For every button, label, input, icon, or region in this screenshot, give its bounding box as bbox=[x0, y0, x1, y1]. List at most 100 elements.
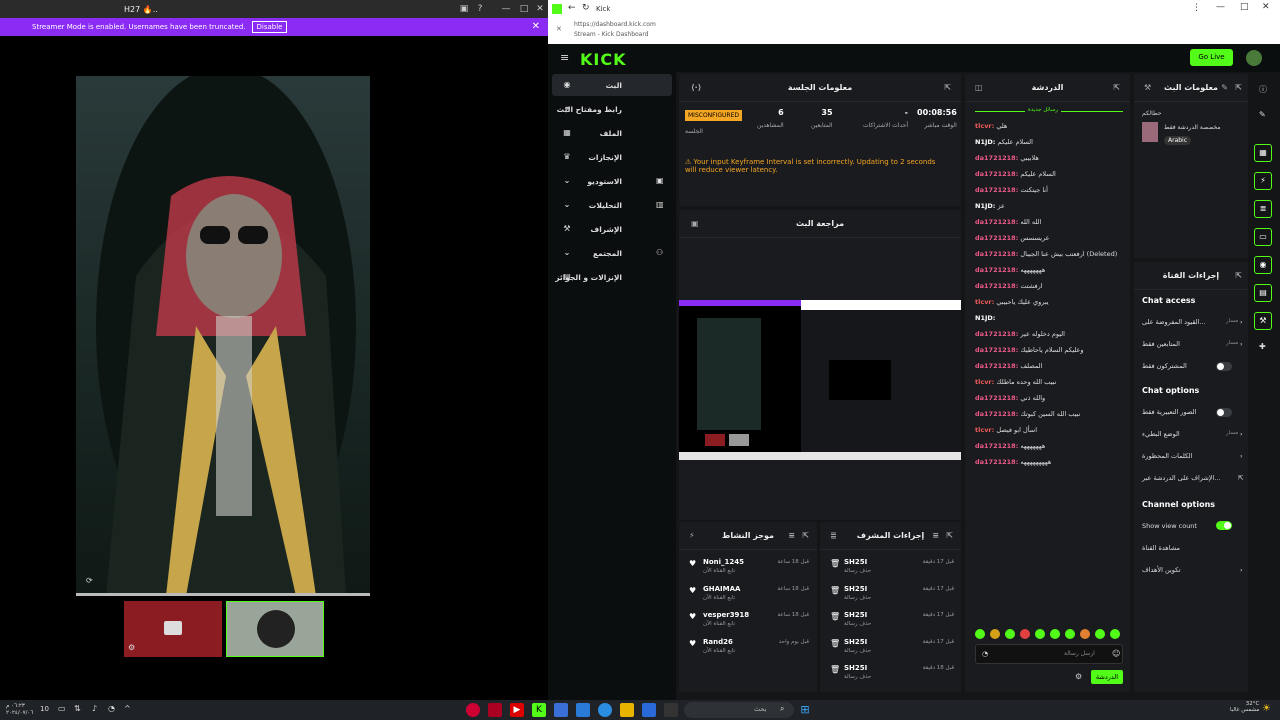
list-item[interactable]: 🗑 SH25I حذف رسالة قبل 17 دقيقة bbox=[830, 583, 954, 607]
app-icon[interactable] bbox=[664, 703, 678, 717]
emote-icon[interactable] bbox=[1005, 629, 1015, 639]
add-widget-icon[interactable]: ✚ bbox=[1259, 342, 1266, 351]
list-item[interactable]: ♥ GHAIMAA تابع القناة الآن قبل 18 ساعة bbox=[689, 583, 809, 607]
notification-icon[interactable]: ▭ bbox=[58, 704, 66, 713]
edge-icon[interactable] bbox=[598, 703, 612, 717]
camera-off-thumbnail[interactable]: ⚙ bbox=[124, 601, 222, 657]
list-item[interactable]: 🗑 SH25I حذف رسالة قبل 18 دقيقة bbox=[830, 662, 954, 686]
chat-username[interactable]: da1721218: bbox=[975, 442, 1018, 450]
maximize-button[interactable]: □ bbox=[518, 3, 530, 15]
disable-streamer-mode-button[interactable]: Disable bbox=[251, 21, 288, 33]
popout-icon[interactable]: ⇱ bbox=[802, 531, 809, 540]
tab-title[interactable]: Kick bbox=[596, 5, 610, 13]
minimize-button[interactable]: — bbox=[500, 3, 512, 15]
chat-username[interactable]: da1721218: bbox=[975, 186, 1018, 194]
chat-username[interactable]: N1JD: bbox=[975, 314, 995, 322]
microphone-icon[interactable]: ♪ bbox=[92, 704, 97, 713]
camera-switch-icon[interactable]: ⟳ bbox=[86, 576, 93, 585]
show-view-count-toggle[interactable] bbox=[1216, 521, 1232, 530]
popout-icon[interactable]: ⇱ bbox=[1113, 83, 1120, 92]
list-item[interactable]: ♥ Rand26 تابع القناة الآن قبل يوم واحد bbox=[689, 636, 809, 660]
emoji-icon[interactable]: ☺ bbox=[1112, 649, 1120, 658]
help-icon[interactable]: ? bbox=[474, 3, 486, 15]
close-banner-icon[interactable]: ✕ bbox=[532, 21, 540, 32]
sidebar-item-stream-key[interactable]: ⚭ رابط ومفتاح البث bbox=[552, 98, 672, 120]
edit-icon[interactable]: ✎ bbox=[1221, 83, 1228, 92]
chat-input[interactable]: ◔ ارسل رسالة ☺ bbox=[975, 644, 1123, 664]
avatar-thumbnail[interactable] bbox=[226, 601, 324, 657]
emote-icon[interactable] bbox=[975, 629, 985, 639]
chat-username[interactable]: da1721218: bbox=[975, 170, 1018, 178]
reload-icon[interactable]: ↻ bbox=[582, 3, 590, 13]
chat-username[interactable]: da1721218: bbox=[975, 282, 1018, 290]
app-icon[interactable] bbox=[554, 703, 568, 717]
popout-icon[interactable]: ⇱ bbox=[944, 83, 951, 92]
hamburger-icon[interactable]: ≡ bbox=[560, 51, 569, 64]
picture-in-picture-icon[interactable]: ▣ bbox=[458, 3, 470, 15]
sidebar-item-stream[interactable]: ◉ البث bbox=[552, 74, 672, 96]
popout-icon[interactable]: ⇱ bbox=[946, 531, 953, 540]
chat-username[interactable]: tlcvr: bbox=[975, 378, 994, 386]
popout-icon[interactable]: ⇱ bbox=[1235, 271, 1242, 280]
network-icon[interactable]: ⇅ bbox=[74, 704, 81, 713]
rail-list-button[interactable]: ≣ bbox=[1254, 200, 1272, 218]
rail-broadcast-button[interactable]: ◉ bbox=[1254, 256, 1272, 274]
kick-app-icon[interactable]: K bbox=[532, 703, 546, 717]
user-avatar[interactable] bbox=[1246, 50, 1262, 66]
chevron-up-icon[interactable]: ^ bbox=[124, 704, 131, 713]
list-item[interactable]: ♥ vesper3918 تابع القناة الآن قبل 18 ساعة bbox=[689, 609, 809, 633]
volume-icon[interactable]: ◔ bbox=[108, 704, 115, 713]
back-icon[interactable]: ← bbox=[568, 3, 576, 13]
app-icon[interactable] bbox=[642, 703, 656, 717]
sidebar-item-community[interactable]: ⌄ المجتمع ⚇ bbox=[552, 242, 672, 264]
filter-icon[interactable]: ≡ bbox=[788, 531, 795, 540]
list-item[interactable]: 🗑 SH25I حذف رسالة قبل 17 دقيقة bbox=[830, 636, 954, 660]
emote-icon[interactable] bbox=[1110, 629, 1120, 639]
go-live-button[interactable]: Go Live bbox=[1190, 49, 1233, 66]
subscribers-only-toggle[interactable] bbox=[1216, 362, 1232, 371]
emote-icon[interactable] bbox=[1080, 629, 1090, 639]
chat-username[interactable]: N1JD: bbox=[975, 202, 995, 210]
sidebar-item-analytics[interactable]: ⌄ التحليلات ▥ bbox=[552, 194, 672, 216]
chat-username[interactable]: da1721218: bbox=[975, 346, 1018, 354]
chat-username[interactable]: da1721218: bbox=[975, 410, 1018, 418]
sidebar-item-moderation[interactable]: ⚒ الإشراف bbox=[552, 218, 672, 240]
chat-username[interactable]: tlcvr: bbox=[975, 298, 994, 306]
chat-username[interactable]: tlcvr: bbox=[975, 122, 994, 130]
sidebar-item-achievements[interactable]: ♛ الإنجازات bbox=[552, 146, 672, 168]
sidebar-item-profile[interactable]: ▦ الملف bbox=[552, 122, 672, 144]
watch-channel-row[interactable]: مشاهدة القناة bbox=[1142, 544, 1280, 552]
rail-tools-button[interactable]: ⚒ bbox=[1254, 312, 1272, 330]
close-window-button[interactable]: ✕ bbox=[1262, 2, 1270, 12]
info-icon[interactable]: ⓘ bbox=[1259, 84, 1267, 95]
rail-panel-button[interactable]: ▤ bbox=[1254, 284, 1272, 302]
kick-logo[interactable]: KICK bbox=[580, 50, 627, 69]
send-chat-button[interactable]: الدردشة bbox=[1091, 670, 1123, 684]
app-icon[interactable] bbox=[488, 703, 502, 717]
close-window-button[interactable]: ✕ bbox=[534, 3, 546, 15]
chat-username[interactable]: da1721218: bbox=[975, 266, 1018, 274]
settings-icon[interactable]: ⚙ bbox=[128, 643, 135, 652]
chat-username[interactable]: da1721218: bbox=[975, 154, 1018, 162]
chat-mention-icon[interactable]: ◔ bbox=[982, 650, 988, 658]
youtube-icon[interactable]: ▶ bbox=[510, 703, 524, 717]
list-item[interactable]: 🗑 SH25I حذف رسالة قبل 17 دقيقة bbox=[830, 556, 954, 580]
chat-username[interactable]: da1721218: bbox=[975, 330, 1018, 338]
chat-username[interactable]: tlcvr: bbox=[975, 426, 994, 434]
sidebar-item-drops[interactable]: ▤ الإنزالات و الجوائز bbox=[552, 266, 672, 288]
app-icon[interactable] bbox=[466, 703, 480, 717]
emote-icon[interactable] bbox=[990, 629, 1000, 639]
weather-widget[interactable]: 32°C مشمس غالبا bbox=[1230, 701, 1259, 713]
popout-icon[interactable]: ⇱ bbox=[1235, 83, 1242, 92]
chat-username[interactable]: da1721218: bbox=[975, 234, 1018, 242]
windows-start-icon[interactable]: ⊞ bbox=[798, 703, 812, 717]
goals-row[interactable]: تكوين الأهداف › bbox=[1142, 566, 1280, 574]
chat-username[interactable]: da1721218: bbox=[975, 218, 1018, 226]
chat-settings-icon[interactable]: ⚙ bbox=[1075, 672, 1082, 681]
file-explorer-icon[interactable] bbox=[620, 703, 634, 717]
minimize-button[interactable]: — bbox=[1216, 2, 1225, 12]
rail-chat-button[interactable]: ▭ bbox=[1254, 228, 1272, 246]
emote-icon[interactable] bbox=[1035, 629, 1045, 639]
filter-icon[interactable]: ≡ bbox=[932, 531, 939, 540]
rail-session-button[interactable]: ▦ bbox=[1254, 144, 1272, 162]
